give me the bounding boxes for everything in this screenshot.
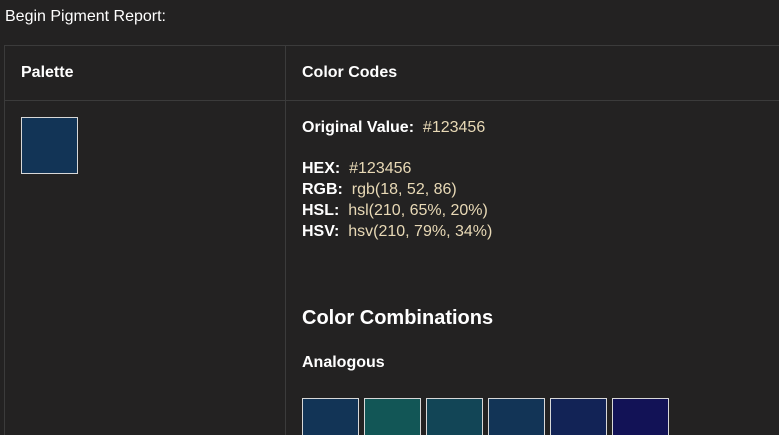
- analogous-swatch: [364, 398, 421, 435]
- intro-text: Begin Pigment Report:: [5, 8, 166, 25]
- hsl-row: HSL: hsl(210, 65%, 20%): [302, 201, 488, 221]
- hsl-label: HSL:: [302, 202, 340, 219]
- hsv-value: hsv(210, 79%, 34%): [348, 223, 493, 240]
- header-divider: [5, 100, 779, 101]
- analogous-title: Analogous: [302, 354, 385, 371]
- analogous-swatch: [302, 398, 359, 435]
- original-value-label: Original Value:: [302, 119, 415, 136]
- main-color-swatch: [21, 117, 78, 174]
- rgb-label: RGB:: [302, 181, 343, 198]
- hsv-row: HSV: hsv(210, 79%, 34%): [302, 222, 492, 242]
- palette-header: Palette: [21, 64, 74, 81]
- pigment-report-table: Palette Color Codes Original Value: #123…: [4, 45, 779, 435]
- analogous-swatch: [426, 398, 483, 435]
- hex-value: #123456: [349, 160, 412, 177]
- rgb-value: rgb(18, 52, 86): [351, 181, 457, 198]
- column-divider: [285, 46, 286, 435]
- color-codes-header: Color Codes: [302, 64, 398, 81]
- hex-row: HEX: #123456: [302, 159, 411, 179]
- color-combinations-title: Color Combinations: [302, 307, 494, 329]
- analogous-swatch: [612, 398, 669, 435]
- analogous-swatch: [488, 398, 545, 435]
- original-value: #123456: [422, 119, 486, 136]
- hsl-value: hsl(210, 65%, 20%): [348, 202, 488, 219]
- hex-label: HEX:: [302, 160, 341, 177]
- hsv-label: HSV:: [302, 223, 340, 240]
- analogous-swatch: [550, 398, 607, 435]
- rgb-row: RGB: rgb(18, 52, 86): [302, 180, 457, 200]
- original-value-row: Original Value: #123456: [302, 118, 485, 138]
